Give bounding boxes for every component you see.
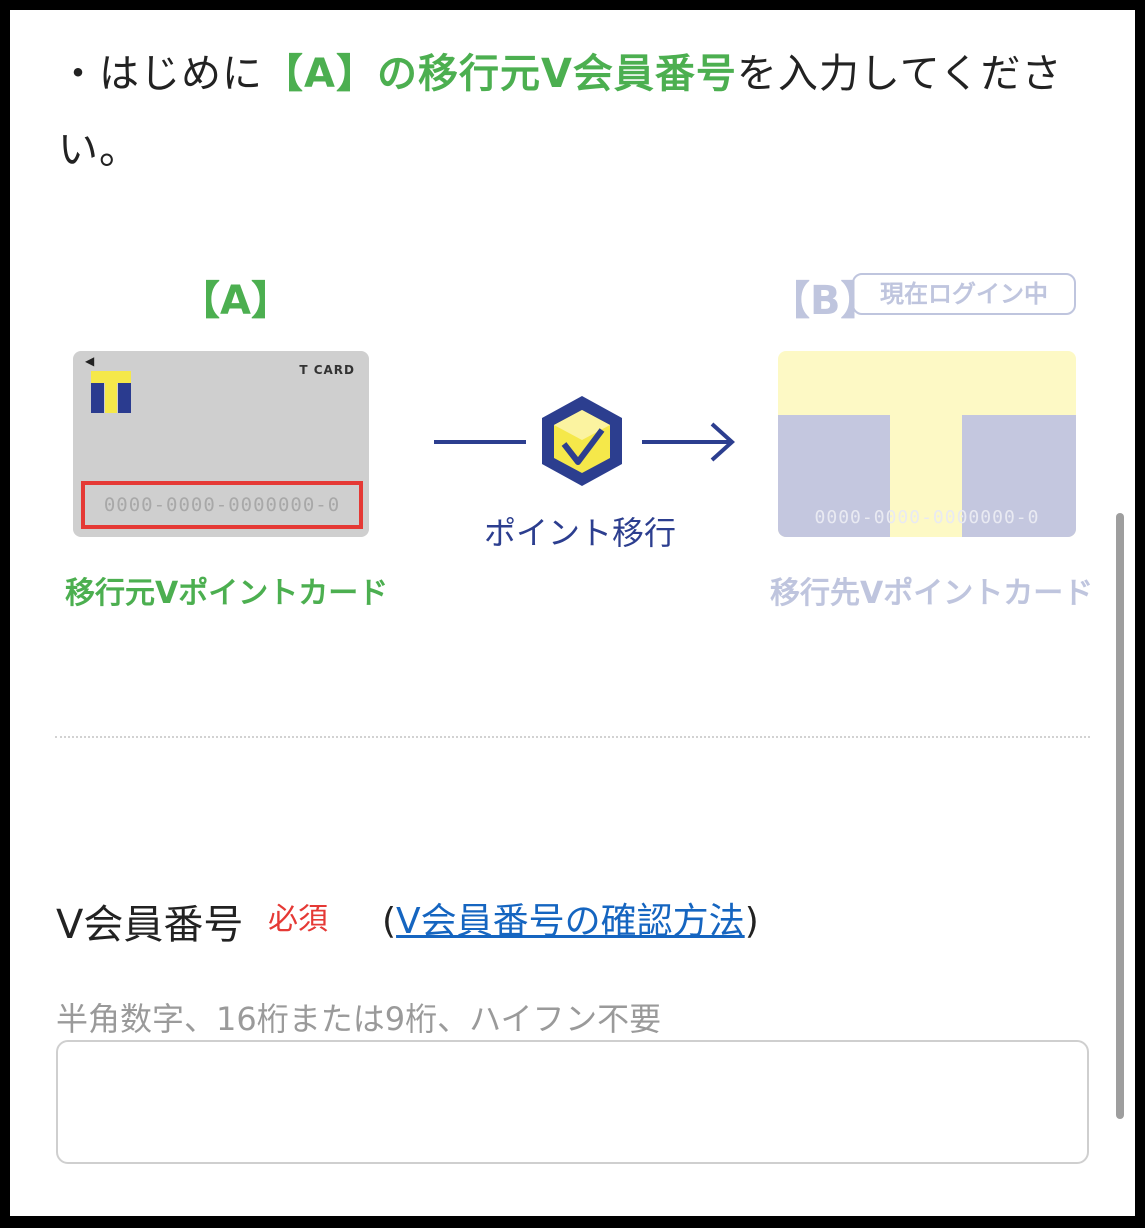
source-card-caption: 移行元Vポイントカード bbox=[65, 576, 389, 611]
section-divider bbox=[55, 736, 1090, 738]
destination-card-number: 0000-0000-0000000-0 bbox=[814, 507, 1040, 528]
source-card-illustration: ◀ T CARD 0000-0000-0000000-0 bbox=[73, 351, 369, 537]
card-triangle-icon: ◀ bbox=[85, 354, 95, 368]
intro-prefix: ・はじめに bbox=[58, 51, 263, 97]
login-status-badge: 現在ログイン中 bbox=[852, 273, 1076, 315]
required-badge: 必須 bbox=[268, 902, 328, 937]
member-number-label: V会員番号 bbox=[56, 902, 244, 948]
member-number-input[interactable] bbox=[56, 1040, 1089, 1164]
v-point-cube-icon bbox=[542, 396, 622, 486]
t-card-logo-icon bbox=[91, 371, 131, 413]
card-number-highlight: 0000-0000-0000000-0 bbox=[81, 481, 363, 529]
scrollbar[interactable] bbox=[1116, 513, 1124, 1119]
destination-card-illustration: 0000-0000-0000000-0 bbox=[778, 351, 1076, 537]
label-a: 【A】 bbox=[180, 278, 291, 324]
help-link-wrapper: (V会員番号の確認方法) bbox=[382, 901, 759, 942]
card-brand: T CARD bbox=[299, 363, 355, 377]
point-transfer-arrow bbox=[434, 396, 735, 486]
page: ・はじめに【A】の移行元V会員番号を入力してください。 【A】 【B】 現在ログ… bbox=[10, 10, 1135, 1216]
intro-highlight: 【A】の移行元V会員番号 bbox=[263, 51, 737, 97]
transfer-label: ポイント移行 bbox=[483, 514, 676, 552]
member-number-hint: 半角数字、16桁または9桁、ハイフン不要 bbox=[56, 1000, 662, 1038]
destination-card-caption: 移行先Vポイントカード bbox=[770, 576, 1094, 611]
member-number-help-link[interactable]: V会員番号の確認方法 bbox=[396, 901, 745, 942]
intro-text: ・はじめに【A】の移行元V会員番号を入力してください。 bbox=[58, 36, 1098, 188]
